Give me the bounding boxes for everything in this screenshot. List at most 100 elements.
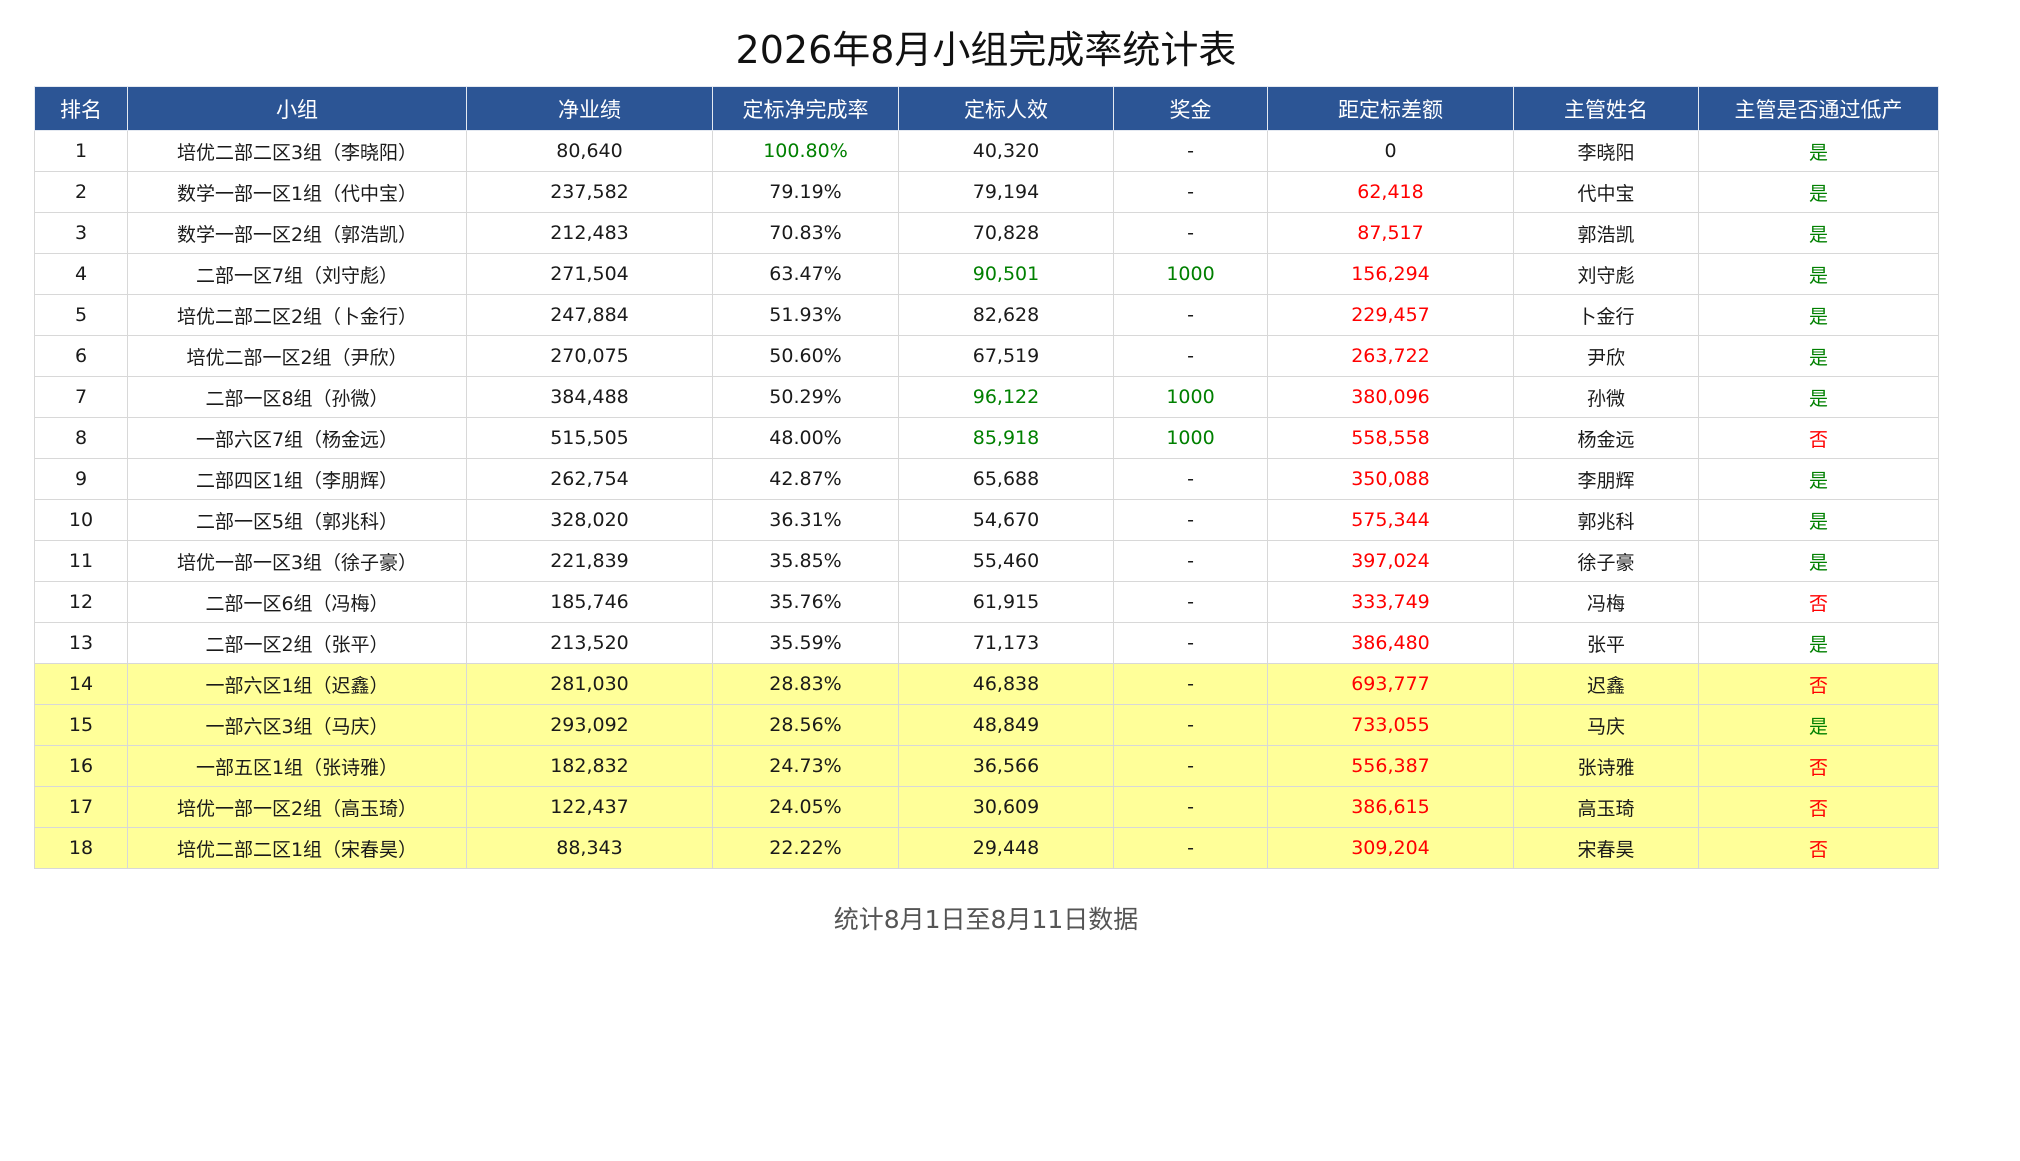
cell-bonus: - xyxy=(1113,540,1268,582)
cell-per-capita: 70,828 xyxy=(898,212,1114,254)
cell-manager: 张平 xyxy=(1513,622,1699,664)
cell-net-performance: 247,884 xyxy=(466,294,713,336)
cell-bonus: - xyxy=(1113,622,1268,664)
cell-completion-rate: 50.60% xyxy=(712,335,899,377)
cell-bonus: - xyxy=(1113,704,1268,746)
cell-passed: 是 xyxy=(1698,376,1939,418)
table-row: 3 数学一部一区2组（郭浩凯） 212,483 70.83% 70,828-87,517… xyxy=(34,212,1939,254)
cell-per-capita: 46,838 xyxy=(898,663,1114,705)
cell-completion-rate: 79.19% xyxy=(712,171,899,213)
cell-rank: 3 xyxy=(34,212,128,254)
cell-per-capita: 29,448 xyxy=(898,827,1114,869)
cell-group: 培优二部二区3组（李晓阳） xyxy=(127,130,467,172)
cell-manager: 尹欣 xyxy=(1513,335,1699,377)
cell-per-capita: 61,915 xyxy=(898,581,1114,623)
table-row: 14 一部六区1组（迟鑫） 281,030 28.83% 46,838-693,777 迟… xyxy=(34,663,1939,705)
header-bonus: 奖金 xyxy=(1113,86,1268,131)
cell-rank: 11 xyxy=(34,540,128,582)
cell-per-capita: 90,501 xyxy=(898,253,1114,295)
table-row: 4 二部一区7组（刘守彪） 271,504 63.47% 90,501 1000 156,2… xyxy=(34,253,1939,295)
cell-group: 培优二部二区1组（宋春昊） xyxy=(127,827,467,869)
cell-bonus: - xyxy=(1113,827,1268,869)
cell-gap: 87,517 xyxy=(1267,212,1514,254)
cell-rank: 16 xyxy=(34,745,128,787)
cell-group: 二部一区2组（张平） xyxy=(127,622,467,664)
cell-rank: 5 xyxy=(34,294,128,336)
cell-manager: 迟鑫 xyxy=(1513,663,1699,705)
cell-per-capita: 79,194 xyxy=(898,171,1114,213)
table-row: 18 培优二部二区1组（宋春昊） 88,343 22.22% 29,448-309,20… xyxy=(34,827,1939,869)
cell-per-capita: 55,460 xyxy=(898,540,1114,582)
cell-gap: 558,558 xyxy=(1267,417,1514,459)
cell-passed: 是 xyxy=(1698,130,1939,172)
cell-group: 二部一区6组（冯梅） xyxy=(127,581,467,623)
cell-net-performance: 212,483 xyxy=(466,212,713,254)
cell-group: 二部一区5组（郭兆科） xyxy=(127,499,467,541)
table-row: 8 一部六区7组（杨金远） 515,505 48.00% 85,918 1000 558,5… xyxy=(34,417,1939,459)
cell-rank: 2 xyxy=(34,171,128,213)
cell-net-performance: 270,075 xyxy=(466,335,713,377)
cell-manager: 马庆 xyxy=(1513,704,1699,746)
cell-group: 培优一部一区2组（高玉琦） xyxy=(127,786,467,828)
cell-manager: 郭浩凯 xyxy=(1513,212,1699,254)
cell-completion-rate: 70.83% xyxy=(712,212,899,254)
table-row: 1 培优二部二区3组（李晓阳） 80,640 100.80% 40,320-0 李晓阳是 xyxy=(34,130,1939,172)
cell-per-capita: 65,688 xyxy=(898,458,1114,500)
cell-bonus: 1000 xyxy=(1113,376,1268,418)
cell-passed: 是 xyxy=(1698,704,1939,746)
cell-completion-rate: 35.59% xyxy=(712,622,899,664)
cell-net-performance: 328,020 xyxy=(466,499,713,541)
cell-group: 二部四区1组（李朋辉） xyxy=(127,458,467,500)
cell-completion-rate: 100.80% xyxy=(712,130,899,172)
cell-rank: 4 xyxy=(34,253,128,295)
cell-manager: 刘守彪 xyxy=(1513,253,1699,295)
cell-gap: 693,777 xyxy=(1267,663,1514,705)
cell-rank: 18 xyxy=(34,827,128,869)
cell-group: 一部六区7组（杨金远） xyxy=(127,417,467,459)
cell-gap: 309,204 xyxy=(1267,827,1514,869)
cell-bonus: - xyxy=(1113,130,1268,172)
cell-group: 二部一区8组（孙微） xyxy=(127,376,467,418)
cell-bonus: - xyxy=(1113,171,1268,213)
cell-gap: 386,480 xyxy=(1267,622,1514,664)
cell-manager: 代中宝 xyxy=(1513,171,1699,213)
cell-net-performance: 122,437 xyxy=(466,786,713,828)
cell-rank: 17 xyxy=(34,786,128,828)
cell-per-capita: 71,173 xyxy=(898,622,1114,664)
header-manager: 主管姓名 xyxy=(1513,86,1699,131)
footer-note: 统计8月1日至8月11日数据 xyxy=(833,905,1139,934)
table-row: 2 数学一部一区1组（代中宝） 237,582 79.19% 79,194-62,418… xyxy=(34,171,1939,213)
table-row: 11 培优一部一区3组（徐子豪） 221,839 35.85% 55,460-397,0… xyxy=(34,540,1939,582)
cell-passed: 是 xyxy=(1698,499,1939,541)
page-title: 2026年8月小组完成率统计表 xyxy=(735,28,1237,72)
cell-passed: 是 xyxy=(1698,171,1939,213)
cell-group: 数学一部一区1组（代中宝） xyxy=(127,171,467,213)
cell-gap: 156,294 xyxy=(1267,253,1514,295)
header-rank: 排名 xyxy=(34,86,128,131)
table-row: 17 培优一部一区2组（高玉琦） 122,437 24.05% 30,609-386,6… xyxy=(34,786,1939,828)
cell-rank: 9 xyxy=(34,458,128,500)
cell-passed: 否 xyxy=(1698,745,1939,787)
table-row: 12 二部一区6组（冯梅） 185,746 35.76% 61,915-333,749 冯… xyxy=(34,581,1939,623)
cell-manager: 高玉琦 xyxy=(1513,786,1699,828)
completion-rate-table: 排名 小组 净业绩 定标净完成率 定标人效 奖金 距定标差额 主管姓名 主管是否… xyxy=(34,86,1939,869)
cell-passed: 否 xyxy=(1698,581,1939,623)
cell-manager: 卜金行 xyxy=(1513,294,1699,336)
cell-completion-rate: 35.76% xyxy=(712,581,899,623)
cell-gap: 263,722 xyxy=(1267,335,1514,377)
cell-gap: 333,749 xyxy=(1267,581,1514,623)
cell-net-performance: 237,582 xyxy=(466,171,713,213)
cell-group: 一部六区3组（马庆） xyxy=(127,704,467,746)
cell-passed: 是 xyxy=(1698,253,1939,295)
cell-per-capita: 30,609 xyxy=(898,786,1114,828)
cell-per-capita: 67,519 xyxy=(898,335,1114,377)
header-gap: 距定标差额 xyxy=(1267,86,1514,131)
cell-net-performance: 88,343 xyxy=(466,827,713,869)
table-row: 6 培优二部一区2组（尹欣） 270,075 50.60% 67,519-263,722… xyxy=(34,335,1939,377)
cell-net-performance: 515,505 xyxy=(466,417,713,459)
header-group: 小组 xyxy=(127,86,467,131)
cell-gap: 229,457 xyxy=(1267,294,1514,336)
cell-manager: 宋春昊 xyxy=(1513,827,1699,869)
cell-group: 一部六区1组（迟鑫） xyxy=(127,663,467,705)
cell-rank: 15 xyxy=(34,704,128,746)
